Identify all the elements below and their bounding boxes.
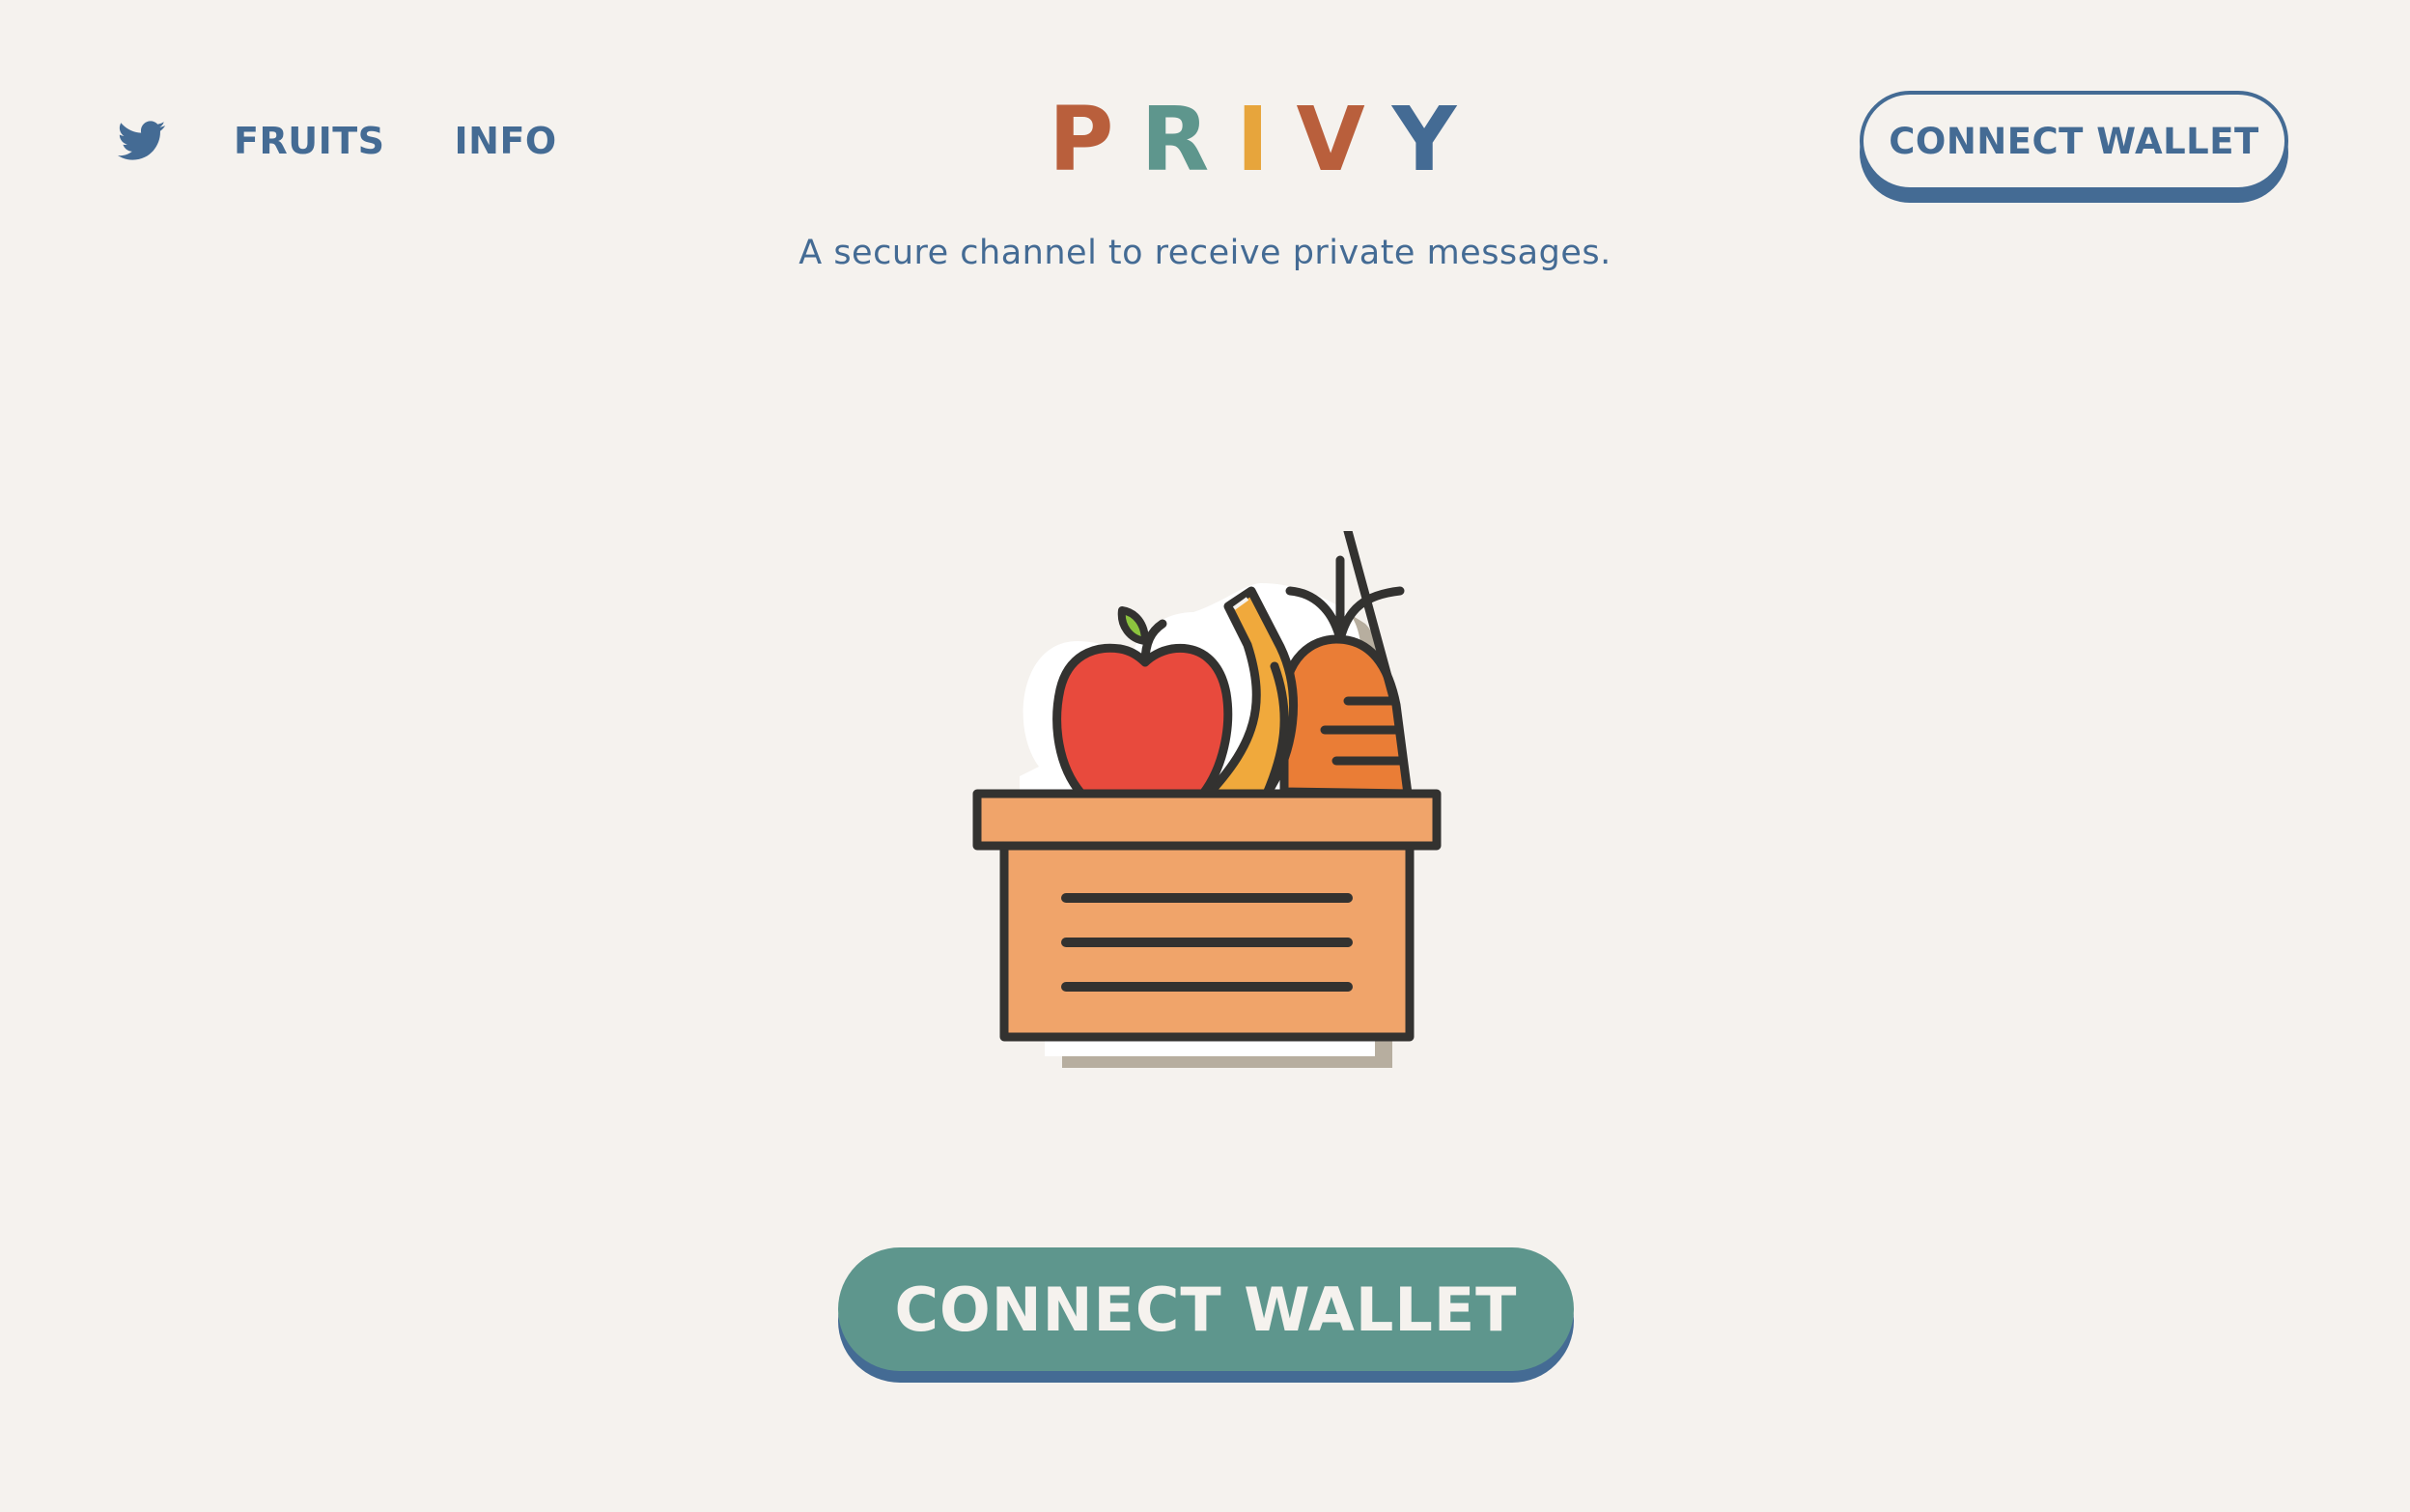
fruit-basket-icon	[972, 526, 1442, 1068]
privy-logo: P R I V Y	[1049, 88, 1456, 191]
logo-letter-y: Y	[1391, 87, 1457, 191]
logo-letter-r: R	[1140, 87, 1237, 191]
nav-link-info[interactable]: INFO	[455, 120, 557, 162]
top-nav: FRUITS INFO	[118, 110, 557, 172]
twitter-link[interactable]	[118, 120, 166, 162]
page: FRUITS INFO P R I V Y A secure channel t…	[0, 0, 2410, 1512]
header-connect-wallet-button[interactable]: CONNECT WALLET	[1860, 91, 2288, 191]
logo-letter-i: I	[1236, 87, 1297, 191]
main-connect-wallet-button[interactable]: CONNECT WALLET	[838, 1247, 1574, 1371]
hero-illustration	[966, 526, 1487, 1072]
logo-letter-v: V	[1296, 87, 1392, 191]
tagline: A secure channel to receive private mess…	[799, 234, 1611, 272]
nav-link-fruits[interactable]: FRUITS	[234, 120, 385, 162]
logo-letter-p: P	[1049, 87, 1141, 191]
twitter-bird-icon	[118, 121, 166, 160]
